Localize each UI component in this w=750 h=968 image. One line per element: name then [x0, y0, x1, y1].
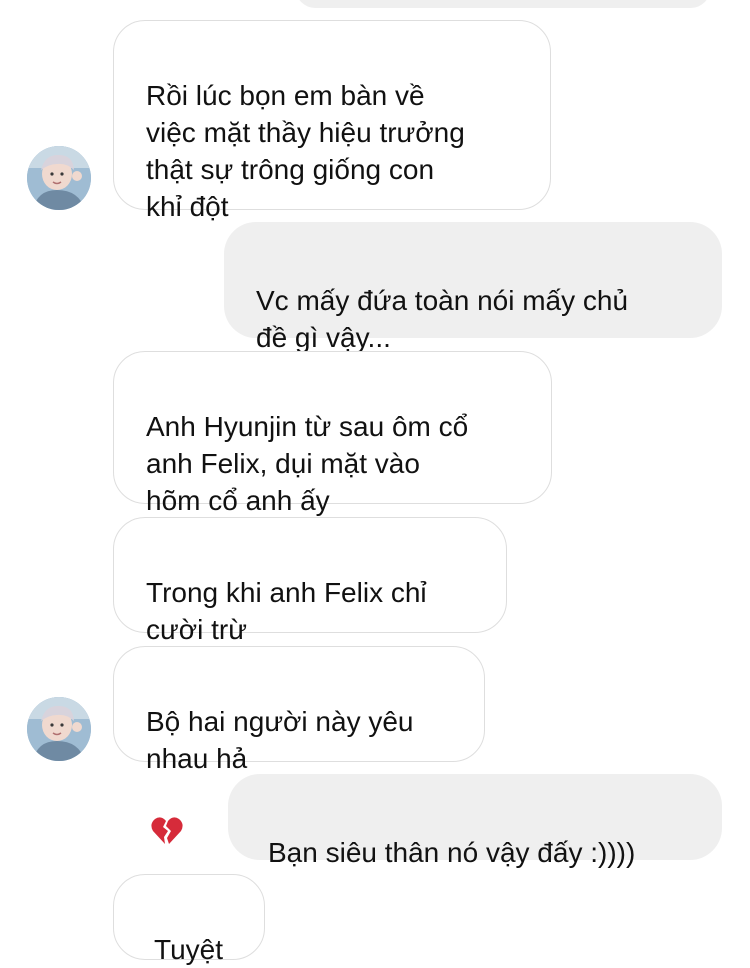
avatar-photo-icon	[27, 697, 91, 761]
message-bubble-incoming[interactable]: Anh Hyunjin từ sau ôm cổ anh Felix, dụi …	[113, 351, 552, 516]
message-text: Anh Hyunjin từ sau ôm cổ anh Felix, dụi …	[146, 411, 469, 516]
message-text: Tuyệt	[154, 934, 223, 965]
contact-avatar[interactable]	[27, 697, 91, 761]
broken-heart-icon	[150, 777, 184, 857]
contact-avatar[interactable]	[27, 146, 91, 210]
message-text: Trong khi anh Felix chỉ cười trừ	[146, 577, 427, 645]
message-bubble-outgoing[interactable]: Vc mấy đứa toàn nói mấy chủ đề gì vậy...	[224, 222, 722, 353]
message-bubble-outgoing[interactable]: Bạn siêu thân nó vậy đấy :))))	[228, 774, 722, 868]
message-bubble-incoming[interactable]: Bộ hai người này yêu nhau hả	[113, 646, 485, 844]
avatar-photo-icon	[27, 146, 91, 210]
message-bubble-incoming[interactable]: Trong khi anh Felix chỉ cười trừ	[113, 517, 507, 718]
message-text: Rồi lúc bọn em bàn về việc mặt thầy hiệu…	[146, 80, 465, 222]
message-bubble-incoming[interactable]: Tuyệt	[113, 874, 265, 965]
message-bubble-partial[interactable]	[296, 0, 710, 8]
message-text: Vc mấy đứa toàn nói mấy chủ đề gì vậy...	[256, 285, 629, 353]
message-bubble-incoming[interactable]: Rồi lúc bọn em bàn về việc mặt thầy hiệu…	[113, 20, 551, 222]
message-text: Bạn siêu thân nó vậy đấy :))))	[268, 837, 636, 868]
message-text: Bộ hai người này yêu nhau hả	[146, 706, 414, 774]
